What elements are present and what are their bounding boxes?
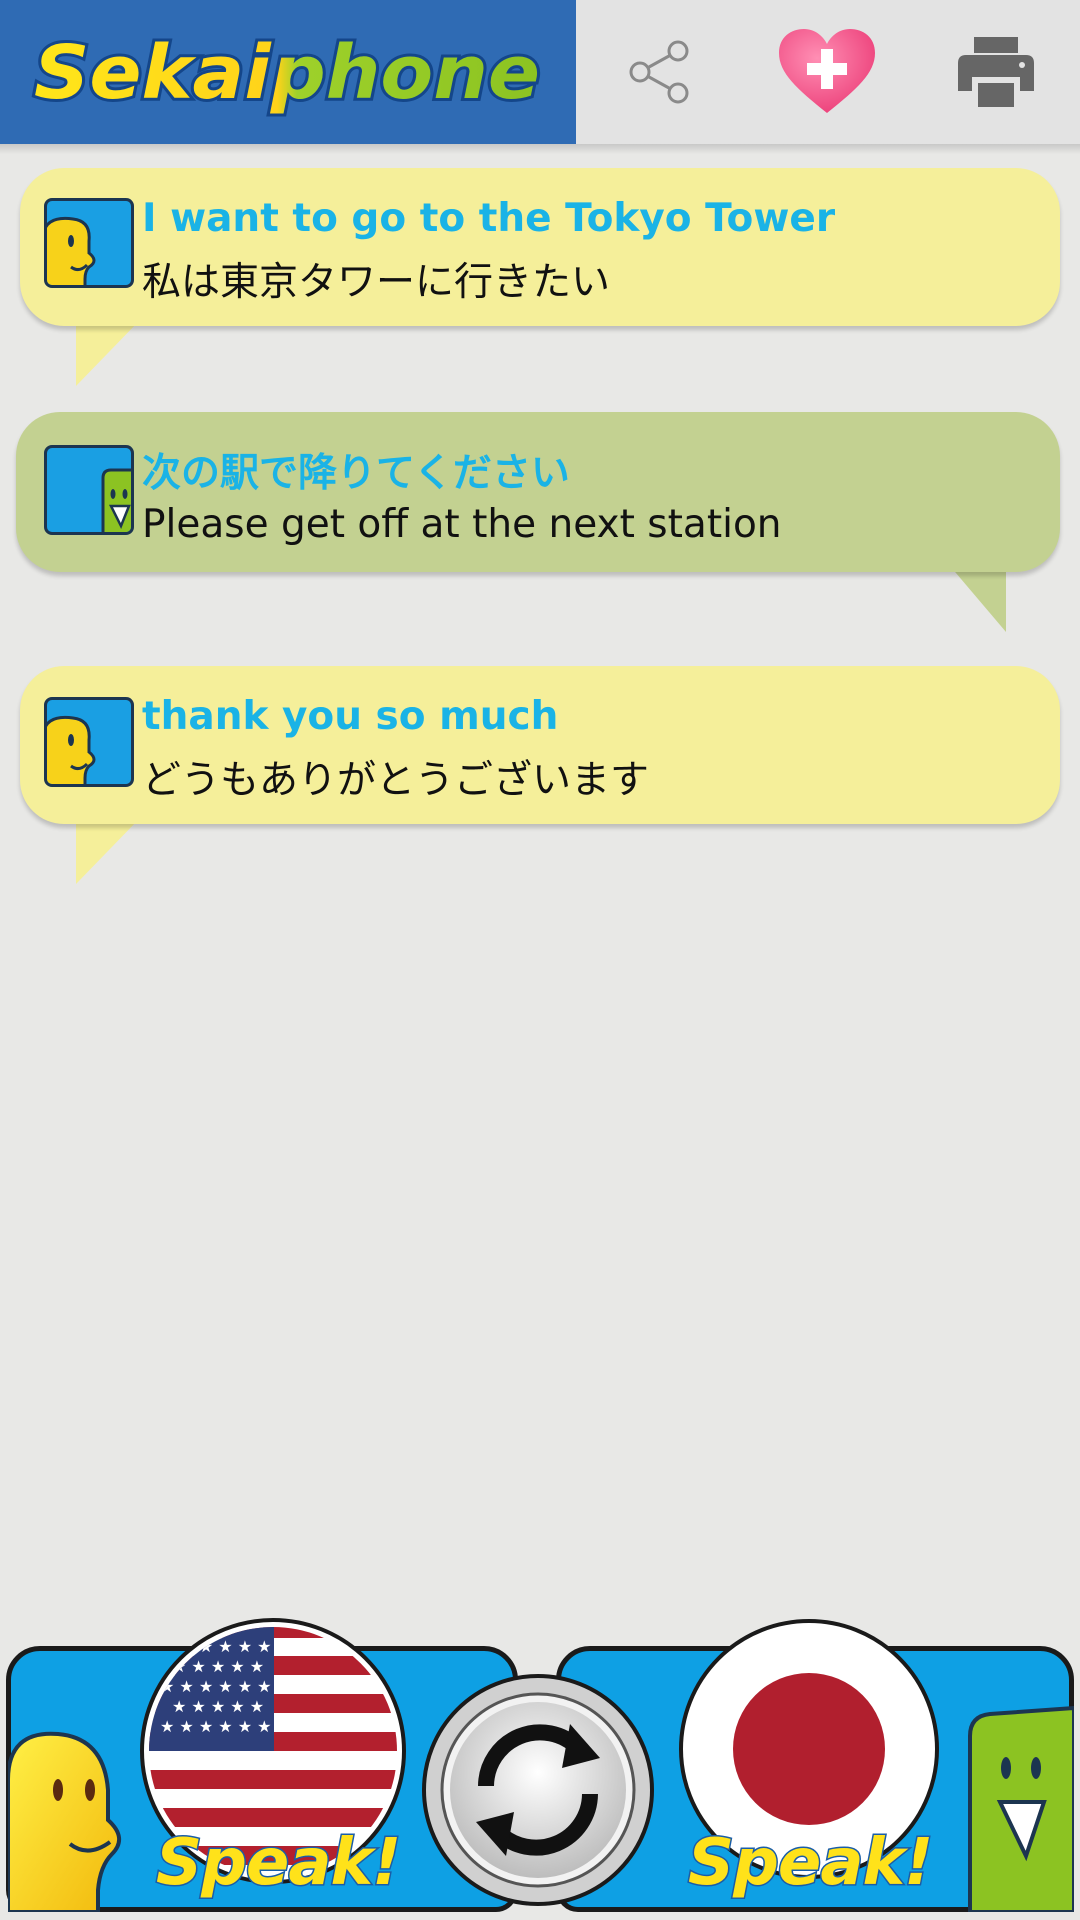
svg-text:★ ★ ★ ★ ★ ★: ★ ★ ★ ★ ★ ★ xyxy=(160,1677,272,1696)
heart-plus-icon xyxy=(779,29,875,113)
svg-text:★ ★ ★ ★ ★: ★ ★ ★ ★ ★ xyxy=(172,1697,264,1716)
swap-arrows-icon xyxy=(422,1674,654,1906)
japanese-speaker-avatar xyxy=(44,445,134,535)
logo-text: Sekaiphone xyxy=(34,30,540,116)
english-speaker-avatar xyxy=(44,697,134,787)
english-speak-label: Speak! xyxy=(154,1825,402,1902)
swap-languages-button[interactable] xyxy=(420,1672,656,1908)
logo-banner: Sekaiphone xyxy=(0,0,576,144)
yellow-character-icon xyxy=(8,1731,121,1912)
bubble-tail xyxy=(76,818,140,884)
bubble-tail xyxy=(950,566,1006,632)
header-shadow xyxy=(0,144,1080,154)
english-speaker-avatar xyxy=(44,198,134,288)
share-button[interactable] xyxy=(604,22,714,122)
message-translation-text: 私は東京タワーに行きたい xyxy=(142,260,611,305)
green-character-icon xyxy=(968,1706,1074,1912)
share-icon xyxy=(629,40,689,104)
svg-text:★ ★ ★ ★ ★ ★: ★ ★ ★ ★ ★ ★ xyxy=(160,1717,272,1736)
app-header: Sekaiphone xyxy=(0,0,1080,144)
message-original-text: 次の駅で降りてください xyxy=(142,451,570,496)
printer-icon xyxy=(958,37,1034,107)
message-translation-text: Please get off at the next station xyxy=(142,502,782,547)
message-original-text: I want to go to the Tokyo Tower xyxy=(142,196,836,241)
japanese-speak-label: Speak! xyxy=(686,1825,934,1902)
bubble-tail xyxy=(76,320,140,386)
message-original-text: thank you so much xyxy=(142,694,559,739)
message-translation-text: どうもありがとうございます xyxy=(142,758,650,803)
favorite-button[interactable] xyxy=(772,22,882,122)
print-button[interactable] xyxy=(941,22,1051,122)
app-logo: Sekaiphone xyxy=(31,27,543,119)
